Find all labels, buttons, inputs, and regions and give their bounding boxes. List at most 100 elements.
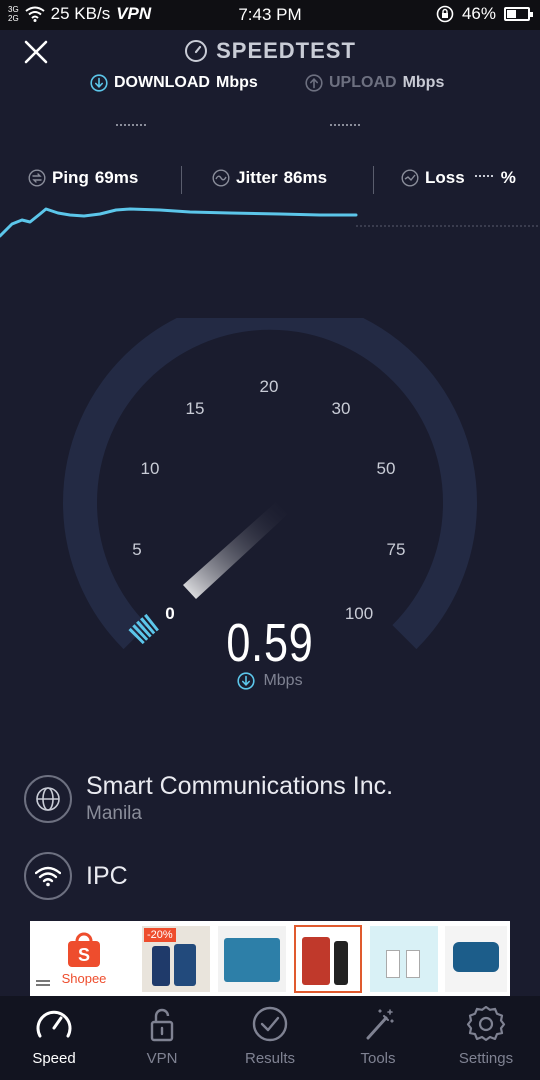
battery-percent: 46% bbox=[461, 4, 496, 23]
status-bar: 3G 2G 25 KB/s VPN 7:43 PM 46% bbox=[0, 0, 540, 30]
speedometer-icon bbox=[185, 40, 208, 62]
ad-toolbox-graphic bbox=[224, 937, 280, 982]
download-value-placeholder bbox=[116, 124, 146, 128]
scale-label-15: 15 bbox=[186, 399, 205, 418]
ad-discount-badge: -20% bbox=[144, 927, 176, 942]
ad-phone-graphic bbox=[152, 945, 170, 986]
provider-info: Smart Communications Inc. Manila bbox=[86, 772, 393, 825]
gear-icon bbox=[466, 1006, 506, 1041]
ad-product-phones[interactable]: -20% bbox=[138, 921, 214, 996]
upload-label: UPLOAD bbox=[329, 74, 397, 91]
ad-phone-graphic bbox=[174, 943, 196, 986]
ad-product-router[interactable] bbox=[366, 921, 442, 996]
globe-icon bbox=[24, 774, 72, 823]
tab-tools-label: Tools bbox=[360, 1050, 396, 1067]
stats-row: Ping 69ms Jitter 86ms Loss % bbox=[0, 164, 540, 196]
status-right: 46% bbox=[436, 4, 533, 24]
scale-label-5: 5 bbox=[132, 540, 141, 559]
scale-label-10: 10 bbox=[141, 459, 160, 478]
speed-graph bbox=[0, 207, 540, 238]
battery-icon bbox=[504, 7, 533, 21]
ad-shopee-logo[interactable]: S Shopee bbox=[30, 921, 138, 996]
ad-phone-graphic bbox=[334, 940, 348, 985]
upload-unit: Mbps bbox=[402, 74, 445, 91]
ad-banner[interactable]: S Shopee -20% bbox=[30, 921, 510, 996]
ping-icon bbox=[28, 169, 46, 187]
ping-stat: Ping 69ms bbox=[28, 168, 138, 188]
jitter-label: Jitter bbox=[236, 168, 278, 187]
ad-jigsaw-graphic bbox=[453, 941, 499, 972]
ad-router-graphic bbox=[406, 949, 420, 978]
tab-speed[interactable]: Speed bbox=[0, 996, 108, 1080]
tab-results-label: Results bbox=[244, 1050, 296, 1067]
gauge-track bbox=[63, 318, 477, 650]
rotation-lock-icon bbox=[436, 5, 454, 23]
tab-settings-label: Settings bbox=[458, 1050, 514, 1067]
loss-stat: Loss % bbox=[401, 168, 516, 188]
download-label: DOWNLOAD bbox=[114, 74, 210, 91]
gauge-needle bbox=[183, 502, 288, 599]
svg-text:S: S bbox=[78, 945, 90, 965]
stat-divider bbox=[181, 166, 182, 194]
ping-value: 69ms bbox=[94, 168, 139, 187]
direction-selector: DOWNLOAD Mbps UPLOAD Mbps bbox=[0, 74, 540, 98]
speed-unit-row: Mbps bbox=[0, 672, 540, 690]
provider-location: Manila bbox=[86, 803, 142, 824]
jitter-icon bbox=[212, 169, 230, 187]
upload-arrow-icon bbox=[305, 74, 323, 92]
download-unit: Mbps bbox=[215, 74, 258, 91]
upload-tab[interactable]: UPLOAD Mbps bbox=[305, 74, 444, 92]
loss-label: Loss bbox=[425, 168, 465, 187]
jitter-value: 86ms bbox=[283, 168, 328, 187]
speedometer-icon bbox=[36, 1010, 72, 1038]
lock-icon bbox=[150, 1008, 174, 1042]
tab-results[interactable]: Results bbox=[216, 996, 324, 1080]
shopping-bag-icon: S bbox=[68, 932, 100, 967]
page-title: SPEEDTEST bbox=[0, 38, 540, 64]
gauge-scale: 0 5 10 15 20 30 50 75 100 bbox=[132, 377, 405, 623]
check-circle-icon bbox=[252, 1006, 288, 1042]
ad-phone-graphic bbox=[302, 936, 330, 985]
stat-divider bbox=[373, 166, 374, 194]
ad-product-toolset[interactable] bbox=[214, 921, 290, 996]
tab-settings[interactable]: Settings bbox=[432, 996, 540, 1080]
speed-value: 0.59 bbox=[226, 613, 314, 673]
download-arrow-icon bbox=[237, 672, 256, 690]
ad-product-image bbox=[370, 925, 438, 992]
tab-vpn-label: VPN bbox=[146, 1050, 178, 1067]
loss-value-placeholder bbox=[474, 175, 493, 177]
tab-tools[interactable]: Tools bbox=[324, 996, 432, 1080]
magic-wand-icon bbox=[366, 1009, 394, 1040]
ping-label: Ping bbox=[52, 168, 89, 187]
title-text: SPEEDTEST bbox=[216, 38, 356, 63]
scale-label-30: 30 bbox=[332, 399, 351, 418]
tab-vpn[interactable]: VPN bbox=[108, 996, 216, 1080]
provider-row[interactable]: Smart Communications Inc. Manila bbox=[24, 772, 393, 825]
speed-unit: Mbps bbox=[263, 672, 303, 689]
scale-label-20: 20 bbox=[260, 377, 279, 396]
ad-product-image bbox=[218, 925, 286, 992]
bottom-tab-bar: Speed VPN Results Tools Settings bbox=[0, 996, 540, 1080]
ad-brand: Shopee bbox=[61, 971, 107, 986]
network-name: IPC bbox=[86, 861, 128, 890]
upload-value-placeholder bbox=[330, 124, 360, 128]
download-arrow-icon bbox=[90, 74, 108, 92]
provider-name: Smart Communications Inc. bbox=[86, 772, 394, 800]
ad-product-image: -20% bbox=[142, 925, 210, 992]
download-tab[interactable]: DOWNLOAD Mbps bbox=[90, 74, 258, 92]
loss-icon bbox=[401, 169, 419, 187]
wifi-icon bbox=[24, 852, 72, 900]
battery-level bbox=[507, 10, 517, 18]
ad-menu-icon bbox=[36, 980, 50, 986]
network-row[interactable]: IPC bbox=[24, 852, 128, 900]
speed-graph-line bbox=[0, 207, 358, 238]
scale-label-75: 75 bbox=[387, 540, 406, 559]
scale-label-50: 50 bbox=[377, 459, 396, 478]
jitter-stat: Jitter 86ms bbox=[212, 168, 327, 188]
loss-unit: % bbox=[500, 168, 516, 187]
ad-product-image bbox=[294, 924, 362, 993]
ad-product-image bbox=[445, 925, 507, 992]
ad-product-jigsaw[interactable] bbox=[442, 921, 510, 996]
ad-router-graphic bbox=[386, 949, 400, 978]
ad-product-galaxy[interactable] bbox=[290, 921, 366, 996]
